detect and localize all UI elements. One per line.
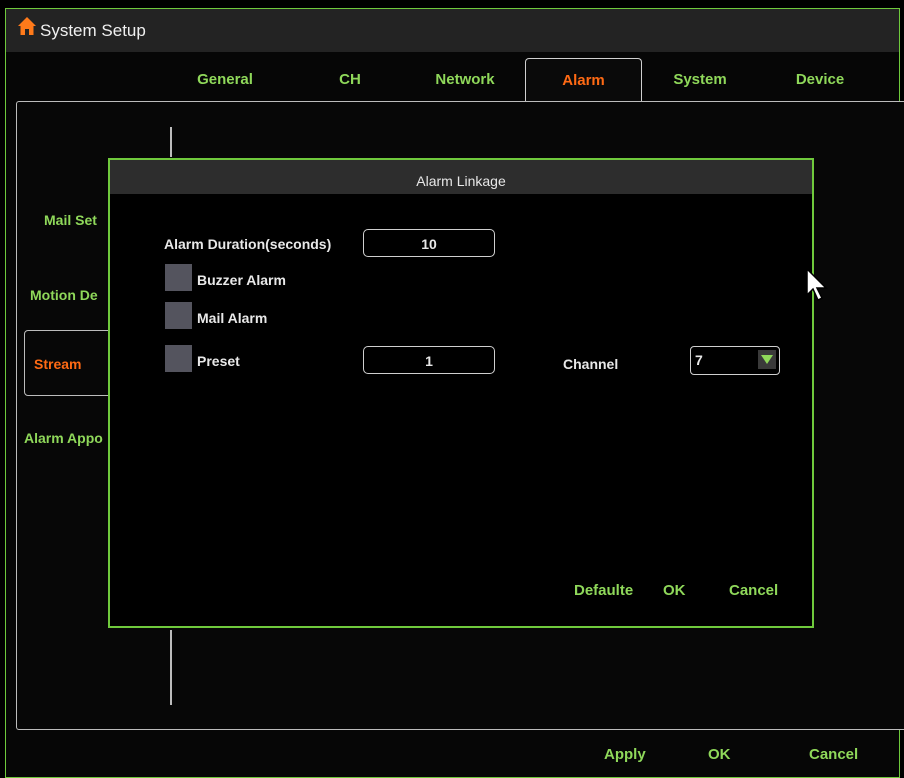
buzzer-alarm-label: Buzzer Alarm <box>197 272 286 288</box>
sidebar-item-mail-setting[interactable]: Mail Set <box>44 212 108 228</box>
alarm-duration-label: Alarm Duration(seconds) <box>164 236 332 252</box>
channel-label: Channel <box>563 356 619 372</box>
sidebar-divider-top <box>170 127 172 157</box>
preset-checkbox[interactable] <box>165 345 192 372</box>
mouse-pointer-icon <box>806 267 828 302</box>
channel-select-value: 7 <box>695 352 703 368</box>
preset-input[interactable]: 1 <box>363 346 495 374</box>
tab-alarm[interactable]: Alarm <box>525 58 642 102</box>
cancel-button[interactable]: Cancel <box>809 746 858 763</box>
ok-button[interactable]: OK <box>708 746 731 763</box>
dialog-title: Alarm Linkage <box>110 160 812 194</box>
channel-select[interactable]: 7 <box>690 346 780 375</box>
dialog-ok-button[interactable]: OK <box>663 582 686 599</box>
sidebar-divider-bottom <box>170 630 172 705</box>
buzzer-alarm-checkbox[interactable] <box>165 264 192 291</box>
preset-label: Preset <box>197 353 240 369</box>
tab-device[interactable]: Device <box>780 58 860 102</box>
tab-system[interactable]: System <box>660 58 740 102</box>
mail-alarm-checkbox[interactable] <box>165 302 192 329</box>
tab-ch[interactable]: CH <box>325 58 375 102</box>
window-title: System Setup <box>40 21 146 40</box>
triangle-down-icon[interactable] <box>758 350 776 369</box>
alarm-duration-input[interactable]: 10 <box>363 229 495 257</box>
tab-network[interactable]: Network <box>425 58 505 102</box>
apply-button[interactable]: Apply <box>604 746 646 763</box>
sidebar-item-stream[interactable]: Stream <box>34 356 108 372</box>
tab-general[interactable]: General <box>185 58 265 102</box>
mail-alarm-label: Mail Alarm <box>197 310 268 326</box>
dialog-cancel-button[interactable]: Cancel <box>729 582 778 599</box>
home-icon <box>18 17 36 35</box>
sidebar-item-motion-detection[interactable]: Motion De <box>30 287 108 303</box>
sidebar-item-alarm-appointment[interactable]: Alarm Appo <box>24 430 108 446</box>
default-button[interactable]: Defaulte <box>574 582 646 599</box>
